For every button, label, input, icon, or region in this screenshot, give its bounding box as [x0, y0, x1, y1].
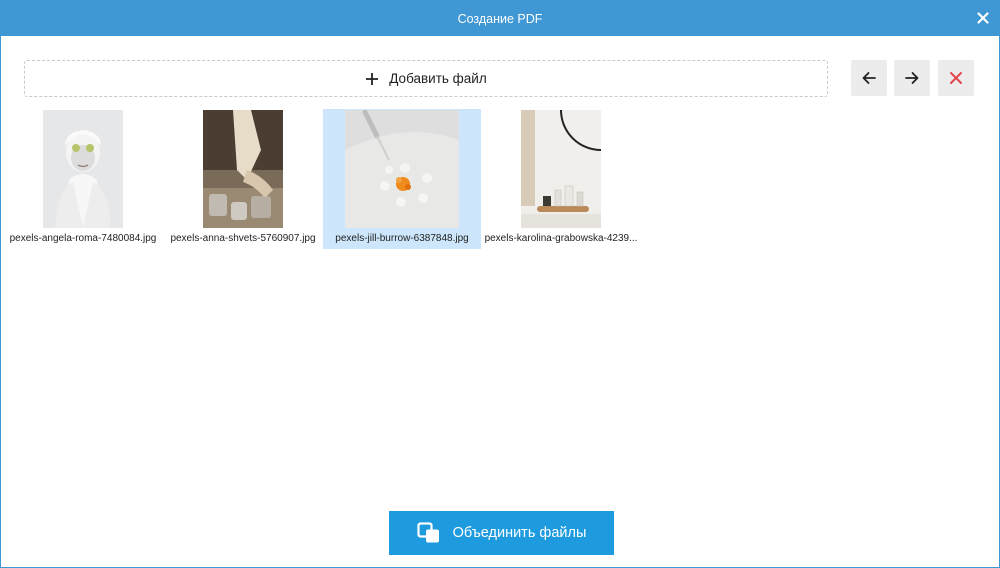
thumbnail-image: [203, 110, 283, 228]
file-thumbnail[interactable]: pexels-karolina-grabowska-4239...: [482, 109, 640, 249]
merge-icon: [417, 522, 441, 544]
arrow-left-icon: [862, 72, 876, 84]
file-name: pexels-anna-shvets-5760907.jpg: [170, 233, 316, 244]
add-file-label: Добавить файл: [389, 71, 487, 86]
file-thumbnail[interactable]: pexels-angela-roma-7480084.jpg: [4, 109, 162, 249]
pdf-creation-window: Создание PDF Добавить файл pexels-angela…: [0, 0, 1000, 568]
title-bar: Создание PDF: [1, 1, 999, 36]
close-icon: [977, 12, 989, 24]
close-icon: [950, 72, 962, 84]
file-name: pexels-angela-roma-7480084.jpg: [9, 233, 157, 244]
plus-icon: [365, 72, 379, 86]
thumbnail-image: [345, 110, 459, 228]
arrow-right-icon: [905, 72, 919, 84]
window-title: Создание PDF: [457, 11, 543, 26]
delete-file-button[interactable]: [938, 60, 974, 96]
file-name: pexels-jill-burrow-6387848.jpg: [335, 233, 469, 244]
file-name: pexels-karolina-grabowska-4239...: [484, 233, 638, 244]
file-thumbnail[interactable]: pexels-jill-burrow-6387848.jpg: [323, 109, 481, 249]
merge-files-label: Объединить файлы: [452, 525, 587, 541]
window-close-button[interactable]: [971, 6, 995, 30]
thumbnail-image: [521, 110, 601, 228]
add-file-button[interactable]: Добавить файл: [24, 60, 828, 97]
file-thumbnail[interactable]: pexels-anna-shvets-5760907.jpg: [164, 109, 322, 249]
merge-files-button[interactable]: Объединить файлы: [389, 511, 614, 555]
move-left-button[interactable]: [851, 60, 887, 96]
thumbnail-image: [43, 110, 123, 228]
move-right-button[interactable]: [894, 60, 930, 96]
